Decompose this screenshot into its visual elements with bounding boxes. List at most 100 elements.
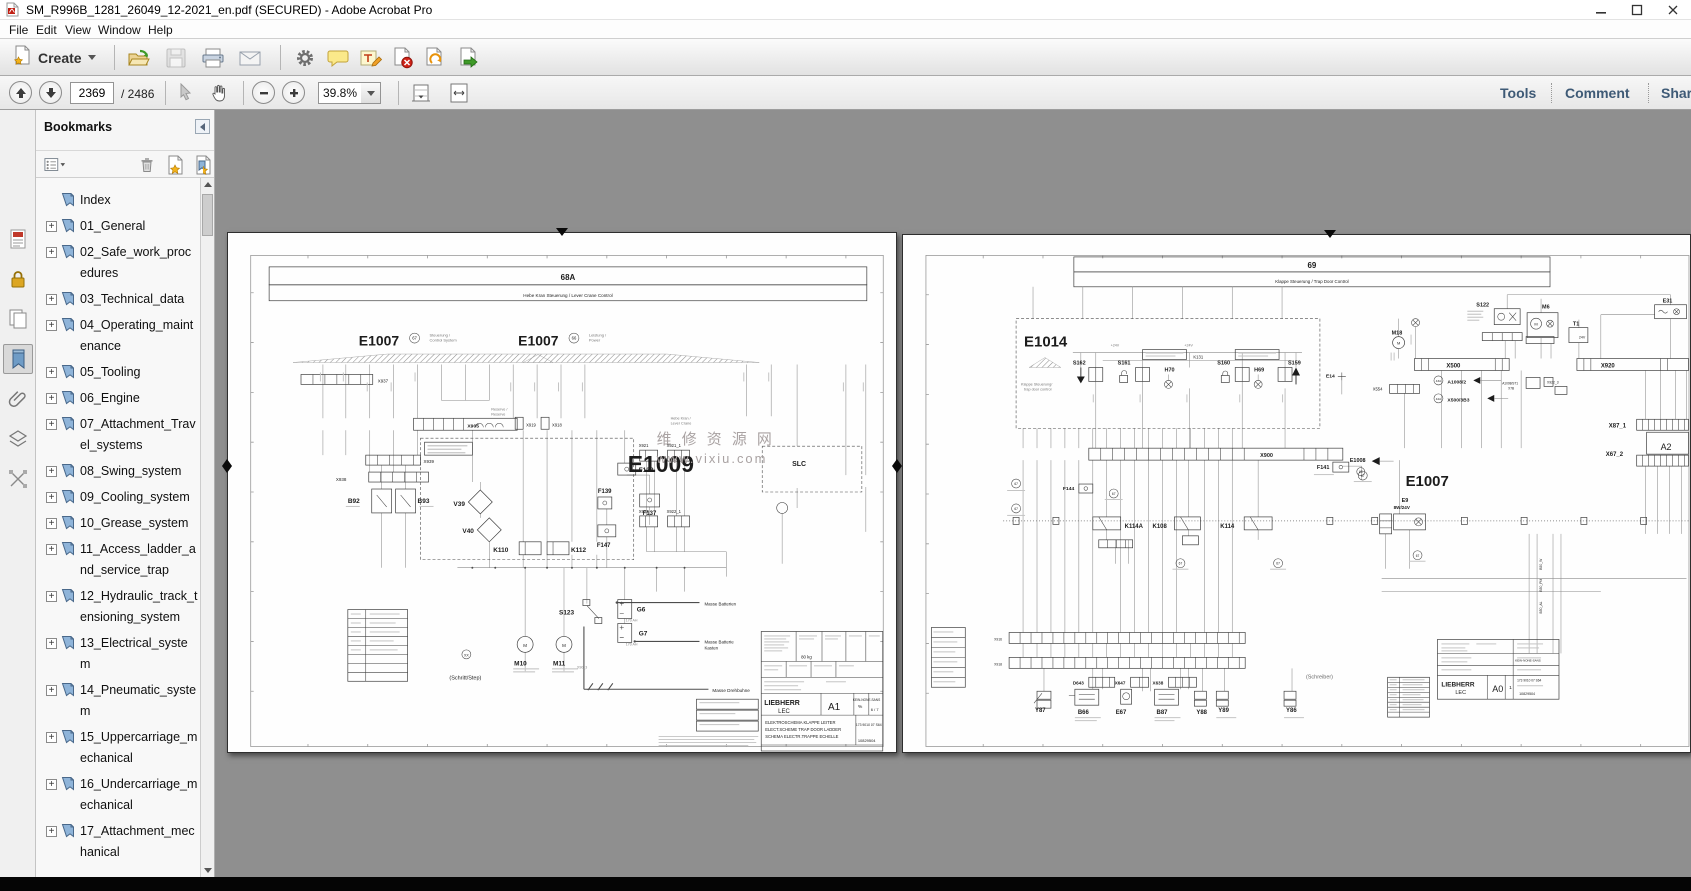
select-tool-icon[interactable]: [172, 81, 198, 105]
zoom-dropdown-button[interactable]: [361, 82, 381, 104]
expand-icon[interactable]: +: [46, 638, 57, 649]
bookmark-label[interactable]: 17_Attachment_mechanical: [80, 821, 198, 863]
bookmark-label[interactable]: Index: [80, 190, 198, 211]
expand-icon[interactable]: +: [46, 367, 57, 378]
expand-icon[interactable]: +: [46, 732, 57, 743]
scroll-down-icon[interactable]: [201, 864, 215, 877]
expand-icon[interactable]: +: [46, 826, 57, 837]
share-link[interactable]: Share: [1661, 85, 1691, 101]
menu-help[interactable]: Help: [145, 22, 176, 38]
page-top-marker-right[interactable]: [1324, 230, 1336, 238]
bookmark-label[interactable]: 04_Operating_maintenance: [80, 315, 198, 357]
expand-icon[interactable]: +: [46, 591, 57, 602]
new-bookmark-icon[interactable]: [164, 155, 186, 175]
model-tree-icon[interactable]: [3, 464, 33, 494]
new-bookmark-from-selection-icon[interactable]: [192, 155, 214, 175]
expand-icon[interactable]: +: [46, 779, 57, 790]
bookmark-label[interactable]: 01_General: [80, 216, 198, 237]
expand-icon[interactable]: +: [46, 466, 57, 477]
document-area[interactable]: 68AHebe Kran Steuerung / Lever Crane Con…: [215, 110, 1691, 877]
hand-tool-icon[interactable]: [206, 81, 232, 105]
close-button[interactable]: [1655, 0, 1691, 20]
comment-link[interactable]: Comment: [1565, 85, 1630, 101]
collapse-panel-button[interactable]: [195, 119, 210, 134]
pdf-page-right[interactable]: 69Klappe Steuerung / Trap Door ControlE1…: [902, 234, 1691, 753]
expand-icon[interactable]: +: [46, 419, 57, 430]
expand-icon[interactable]: +: [46, 320, 57, 331]
bookmark-item[interactable]: +03_Technical_data: [46, 289, 200, 310]
bookmark-item[interactable]: +12_Hydraulic_track_tensioning_system: [46, 586, 200, 628]
bookmark-label[interactable]: 06_Engine: [80, 388, 198, 409]
bookmark-item[interactable]: +05_Tooling: [46, 362, 200, 383]
zoom-level-value[interactable]: 39.8%: [318, 82, 362, 104]
bookmark-label[interactable]: 12_Hydraulic_track_tensioning_system: [80, 586, 198, 628]
bookmark-item[interactable]: +01_General: [46, 216, 200, 237]
minimize-button[interactable]: [1583, 0, 1619, 20]
menu-window[interactable]: Window: [95, 22, 144, 38]
convert-page-icon[interactable]: [422, 46, 448, 70]
bookmark-item[interactable]: +07_Attachment_Travel_systems: [46, 414, 200, 456]
pages-icon[interactable]: [3, 304, 33, 334]
bookmark-options-icon[interactable]: [44, 155, 66, 175]
print-icon[interactable]: [200, 46, 226, 70]
page-number-input[interactable]: [70, 82, 114, 104]
menu-file[interactable]: File: [6, 22, 31, 38]
bookmark-item[interactable]: +16_Undercarriage_mechanical: [46, 774, 200, 816]
security-lock-icon[interactable]: [3, 264, 33, 294]
settings-gear-icon[interactable]: [292, 46, 318, 70]
expand-icon[interactable]: +: [46, 685, 57, 696]
bookmark-item[interactable]: +06_Engine: [46, 388, 200, 409]
bookmark-label[interactable]: 02_Safe_work_procedures: [80, 242, 198, 284]
bookmark-label[interactable]: 03_Technical_data: [80, 289, 198, 310]
bookmark-label[interactable]: 07_Attachment_Travel_systems: [80, 414, 198, 456]
maximize-button[interactable]: [1619, 0, 1655, 20]
bookmark-item[interactable]: +09_Cooling_system: [46, 487, 200, 508]
email-icon[interactable]: [237, 46, 263, 70]
bookmark-item[interactable]: +08_Swing_system: [46, 461, 200, 482]
create-button[interactable]: Create: [6, 44, 102, 71]
page-thumbnails-icon[interactable]: [3, 224, 33, 254]
scrollbar-thumb[interactable]: [202, 194, 213, 236]
save-icon[interactable]: [163, 46, 189, 70]
bookmark-item[interactable]: +02_Safe_work_procedures: [46, 242, 200, 284]
comment-bubble-icon[interactable]: [326, 46, 352, 70]
expand-icon[interactable]: +: [46, 544, 57, 555]
page-top-marker-left[interactable]: [556, 228, 568, 236]
tools-link[interactable]: Tools: [1500, 85, 1536, 101]
expand-icon[interactable]: +: [46, 492, 57, 503]
bookmark-label[interactable]: 15_Uppercarriage_mechanical: [80, 727, 198, 769]
bookmark-item[interactable]: +17_Attachment_mechanical: [46, 821, 200, 863]
bookmark-label[interactable]: 08_Swing_system: [80, 461, 198, 482]
open-folder-icon[interactable]: [126, 46, 152, 70]
bookmark-label[interactable]: 14_Pneumatic_system: [80, 680, 198, 722]
menu-view[interactable]: View: [62, 22, 94, 38]
expand-icon[interactable]: +: [46, 294, 57, 305]
fit-page-icon[interactable]: [446, 81, 472, 105]
bookmarks-panel-icon[interactable]: [3, 344, 33, 374]
attachments-paperclip-icon[interactable]: [3, 384, 33, 414]
text-edit-icon[interactable]: [358, 46, 384, 70]
bookmark-item[interactable]: +11_Access_ladder_and_service_trap: [46, 539, 200, 581]
delete-page-icon[interactable]: [390, 46, 416, 70]
bookmark-label[interactable]: 05_Tooling: [80, 362, 198, 383]
pdf-page-left[interactable]: 68AHebe Kran Steuerung / Lever Crane Con…: [227, 232, 897, 753]
bookmark-item[interactable]: +15_Uppercarriage_mechanical: [46, 727, 200, 769]
previous-page-button[interactable]: [9, 81, 32, 104]
expand-icon[interactable]: +: [46, 393, 57, 404]
zoom-out-button[interactable]: [252, 81, 275, 104]
expand-icon[interactable]: +: [46, 221, 57, 232]
bookmark-item[interactable]: Index: [46, 190, 200, 211]
bookmark-item[interactable]: +13_Electrical_system: [46, 633, 200, 675]
bookmark-item[interactable]: +04_Operating_maintenance: [46, 315, 200, 357]
next-page-button[interactable]: [39, 81, 62, 104]
delete-bookmark-trash-icon[interactable]: [136, 155, 158, 175]
bookmark-item[interactable]: +10_Grease_system: [46, 513, 200, 534]
zoom-in-button[interactable]: [282, 81, 305, 104]
export-page-icon[interactable]: [456, 46, 482, 70]
scrolling-mode-icon[interactable]: [408, 81, 434, 105]
menu-edit[interactable]: Edit: [33, 22, 60, 38]
bookmark-label[interactable]: 11_Access_ladder_and_service_trap: [80, 539, 198, 581]
expand-icon[interactable]: +: [46, 518, 57, 529]
bookmark-label[interactable]: 13_Electrical_system: [80, 633, 198, 675]
layers-icon[interactable]: [3, 424, 33, 454]
